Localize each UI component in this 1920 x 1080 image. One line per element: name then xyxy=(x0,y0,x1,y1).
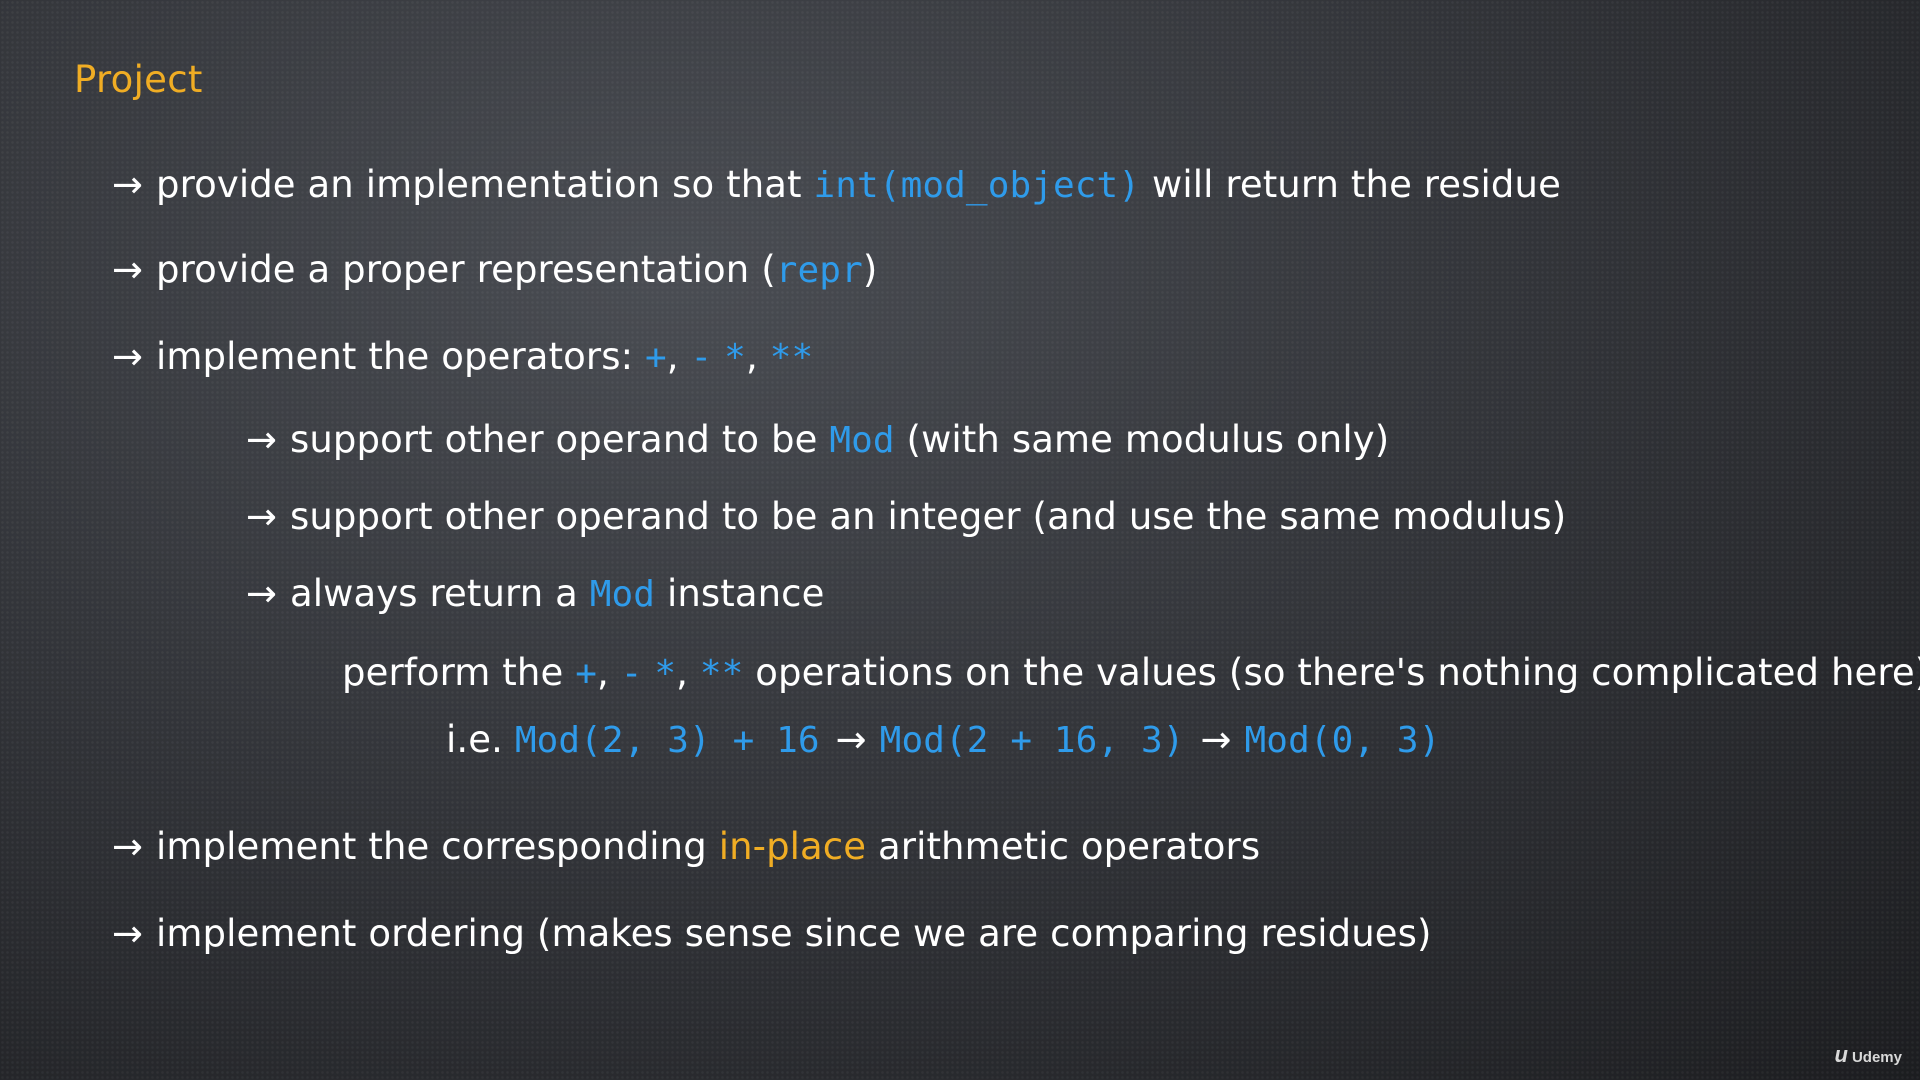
note-text: operations on the values (so there's not… xyxy=(743,651,1920,694)
right-arrow-icon: → xyxy=(246,572,278,615)
right-arrow-icon: → xyxy=(112,248,144,291)
code-mod: Mod xyxy=(829,420,895,461)
code-example-step3: Mod(0, 3) xyxy=(1244,720,1441,761)
separator: , xyxy=(596,651,621,694)
bullet-int-implementation: → provide an implementation so that int(m… xyxy=(112,163,1561,206)
bullet-text: will return the residue xyxy=(1140,163,1561,206)
bullet-text: implement the corresponding xyxy=(156,825,719,868)
code-multiply-operator: * xyxy=(654,653,677,694)
sub-bullet-return-mod: → always return a Mod instance xyxy=(246,572,824,615)
highlight-in-place: in-place xyxy=(718,825,867,868)
right-arrow-icon: → xyxy=(835,718,867,761)
right-arrow-icon: → xyxy=(112,912,144,955)
code-plus-operator: + xyxy=(575,653,597,694)
note-perform-operations: perform the +, - *, ** operations on the… xyxy=(342,651,1920,694)
bullet-text: provide a proper representation ( xyxy=(156,248,776,291)
bullet-text: implement the operators: xyxy=(156,335,645,378)
bullet-text: (with same modulus only) xyxy=(894,418,1390,461)
bullet-text: instance xyxy=(655,572,825,615)
code-minus-operator: - xyxy=(620,653,643,694)
right-arrow-icon: → xyxy=(246,418,278,461)
right-arrow-icon: → xyxy=(112,163,144,206)
right-arrow-icon: → xyxy=(112,825,144,868)
bullet-ordering: → implement ordering (makes sense since w… xyxy=(112,912,1432,955)
code-example-step1: Mod(2, 3) + 16 xyxy=(514,720,820,761)
bullet-text: provide an implementation so that xyxy=(156,163,814,206)
right-arrow-icon: → xyxy=(246,495,278,538)
code-mod: Mod xyxy=(589,574,656,615)
right-arrow-icon: → xyxy=(1200,718,1232,761)
separator xyxy=(712,335,724,378)
bullet-text: always return a xyxy=(290,572,590,615)
sub-bullet-mod-operand: → support other operand to be Mod (with s… xyxy=(246,418,1389,461)
bullet-operators: → implement the operators: +, - *, ** xyxy=(112,335,813,378)
code-power-operator: ** xyxy=(699,653,744,694)
code-multiply-operator: * xyxy=(724,337,746,378)
udemy-logo-icon: u xyxy=(1834,1042,1848,1067)
bullet-text: arithmetic operators xyxy=(866,825,1261,868)
separator: , xyxy=(666,335,691,378)
code-int-mod-object: int(mod_object) xyxy=(813,165,1141,206)
code-power-operator: ** xyxy=(769,337,814,378)
note-text: perform the xyxy=(342,651,576,694)
code-plus-operator: + xyxy=(645,337,667,378)
bullet-text: ) xyxy=(862,248,878,291)
example-line: i.e. Mod(2, 3) + 16 → Mod(2 + 16, 3) → Mod(0… xyxy=(446,718,1440,761)
right-arrow-icon: → xyxy=(112,335,144,378)
bullet-text: implement ordering (makes sense since we… xyxy=(156,912,1432,955)
example-label: i.e. xyxy=(446,718,515,761)
brand-name: Udemy xyxy=(1851,1049,1902,1066)
separator: , xyxy=(676,651,700,694)
code-example-step2: Mod(2 + 16, 3) xyxy=(879,720,1185,761)
bullet-repr: → provide a proper representation (repr) xyxy=(112,248,877,291)
code-repr: repr xyxy=(775,250,863,291)
bullet-text: support other operand to be an integer (… xyxy=(290,495,1567,538)
bullet-in-place-operators: → implement the corresponding in-place ar… xyxy=(112,825,1260,868)
separator: , xyxy=(745,335,770,378)
code-minus-operator: - xyxy=(690,337,713,378)
slide-title: Project xyxy=(74,58,203,101)
sub-bullet-integer-operand: → support other operand to be an integer … xyxy=(246,495,1566,538)
bullet-text: support other operand to be xyxy=(290,418,830,461)
separator xyxy=(642,651,654,694)
udemy-watermark: u Udemy xyxy=(1835,1042,1902,1068)
